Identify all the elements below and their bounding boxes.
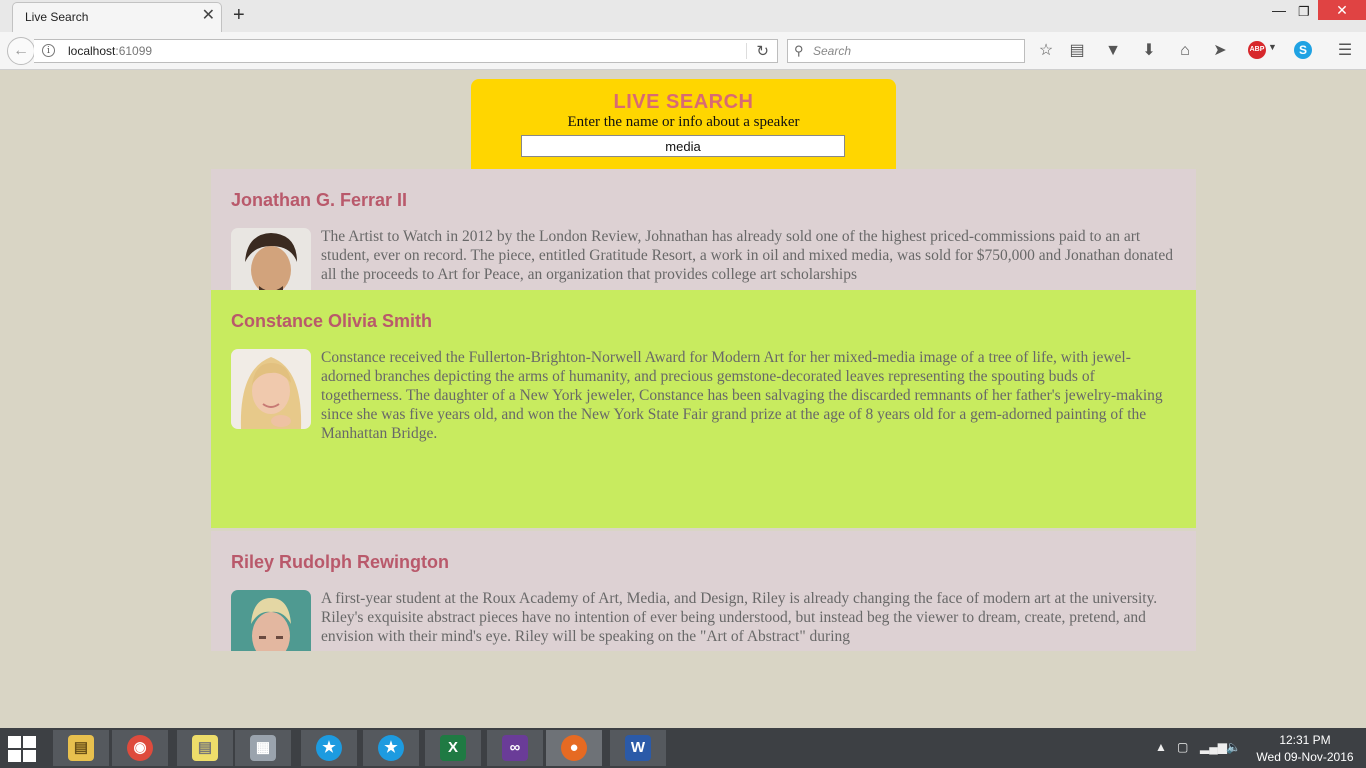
speaker-name: Jonathan G. Ferrar II [231,190,408,210]
visual-studio-icon: ∞ [502,735,528,761]
url-bar[interactable]: i localhost:61099 ↻ [34,39,778,63]
browser-search-input[interactable]: ⚲ Search [787,39,1025,63]
speaker-photo [231,349,311,429]
speaker-bio: A first-year student at the Roux Academy… [321,590,1158,645]
tab-bar: Live Search ✕ + — ❐ ✕ [0,0,1366,32]
taskbar-teamviewer-2[interactable]: ★ [363,730,419,766]
search-placeholder: Search [813,44,852,58]
taskbar-word[interactable]: W [610,730,666,766]
live-search-panel: LIVE SEARCH Enter the name or info about… [471,79,896,169]
url-separator [746,43,747,59]
taskbar-visual-studio[interactable]: ∞ [487,730,543,766]
reload-icon[interactable]: ↻ [756,42,769,60]
download-icon[interactable]: ⬇ [1138,40,1160,62]
taskbar-chrome[interactable]: ◉ [112,730,168,766]
url-host: localhost [68,44,116,58]
back-button[interactable]: ← [7,37,35,65]
minimize-icon[interactable]: — [1272,2,1286,18]
excel-icon: X [440,735,466,761]
url-port: :61099 [115,44,153,58]
nav-toolbar: ← i localhost:61099 ↻ ⚲ Search ☆ ▤ ▼ ⬇ ⌂… [0,32,1366,70]
taskbar-file-explorer[interactable]: ▤ [53,730,109,766]
search-icon: ⚲ [794,43,804,58]
app-icon: ▦ [250,735,276,761]
speaker-photo [231,228,311,290]
speaker-photo [231,590,311,651]
speaker-bio: The Artist to Watch in 2012 by the Londo… [321,228,1173,283]
taskbar-sticky-notes[interactable]: ▤ [177,730,233,766]
menu-icon[interactable]: ☰ [1334,40,1356,62]
share-icon[interactable]: ➤ [1209,40,1231,62]
speaker-card[interactable]: Jonathan G. Ferrar II The Artist to Watc… [211,169,1196,290]
taskbar-excel[interactable]: X [425,730,481,766]
url-text[interactable]: localhost:61099 [68,44,152,58]
taskbar-teamviewer-1[interactable]: ★ [301,730,357,766]
speaker-name: Riley Rudolph Rewington [231,552,449,572]
network-icon[interactable]: ▂▄▆ [1200,740,1227,754]
speaker-name: Constance Olivia Smith [231,311,433,331]
speaker-bio: Constance received the Fullerton-Brighto… [321,349,1163,442]
bookmark-star-icon[interactable]: ☆ [1035,40,1057,62]
pocket-icon[interactable]: ▼ [1102,40,1124,62]
clock-time[interactable]: 12:31 PM [1250,733,1360,747]
file-explorer-icon: ▤ [68,735,94,761]
teamviewer-icon: ★ [378,735,404,761]
tab-live-search[interactable]: Live Search ✕ [12,2,222,32]
windows-start-icon[interactable] [8,736,38,762]
speaker-card-highlighted[interactable]: Constance Olivia Smith Constance receive… [211,290,1196,528]
new-tab-button[interactable]: + [233,4,245,26]
taskbar-app[interactable]: ▦ [235,730,291,766]
chrome-icon: ◉ [127,735,153,761]
sticky-notes-icon: ▤ [192,735,218,761]
results-list: Jonathan G. Ferrar II The Artist to Watc… [211,169,1196,651]
taskbar-firefox[interactable]: ● [546,730,602,766]
device-icon[interactable]: ▢ [1177,740,1188,754]
volume-icon[interactable]: 🔈 [1226,740,1241,754]
teamviewer-icon: ★ [316,735,342,761]
home-icon[interactable]: ⌂ [1174,40,1196,62]
restore-icon[interactable]: ❐ [1298,4,1310,20]
tray-expand-icon[interactable]: ▲ [1155,740,1167,754]
search-instructions: Enter the name or info about a speaker [567,114,800,130]
reading-list-icon[interactable]: ▤ [1066,40,1088,62]
adblock-plus-icon[interactable]: ABP [1248,41,1266,59]
close-tab-icon[interactable]: ✕ [202,8,215,24]
site-info-icon[interactable]: i [42,44,55,57]
speaker-search-input[interactable] [521,135,845,157]
page-title: LIVE SEARCH [613,91,754,113]
skype-icon[interactable]: S [1294,41,1312,59]
word-icon: W [625,735,651,761]
close-window-icon[interactable]: ✕ [1318,0,1366,20]
taskbar: ▤ ◉ ▤ ▦ ★ ★ X ∞ ● W ▲ ▢ ▂▄▆ 🔈 12:31 PM W… [0,728,1366,768]
speaker-card[interactable]: Riley Rudolph Rewington A first-year stu… [211,531,1196,651]
clock-date[interactable]: Wed 09-Nov-2016 [1250,750,1360,764]
tab-title: Live Search [25,10,89,24]
firefox-icon: ● [561,735,587,761]
chevron-down-icon[interactable]: ▼ [1268,42,1277,52]
